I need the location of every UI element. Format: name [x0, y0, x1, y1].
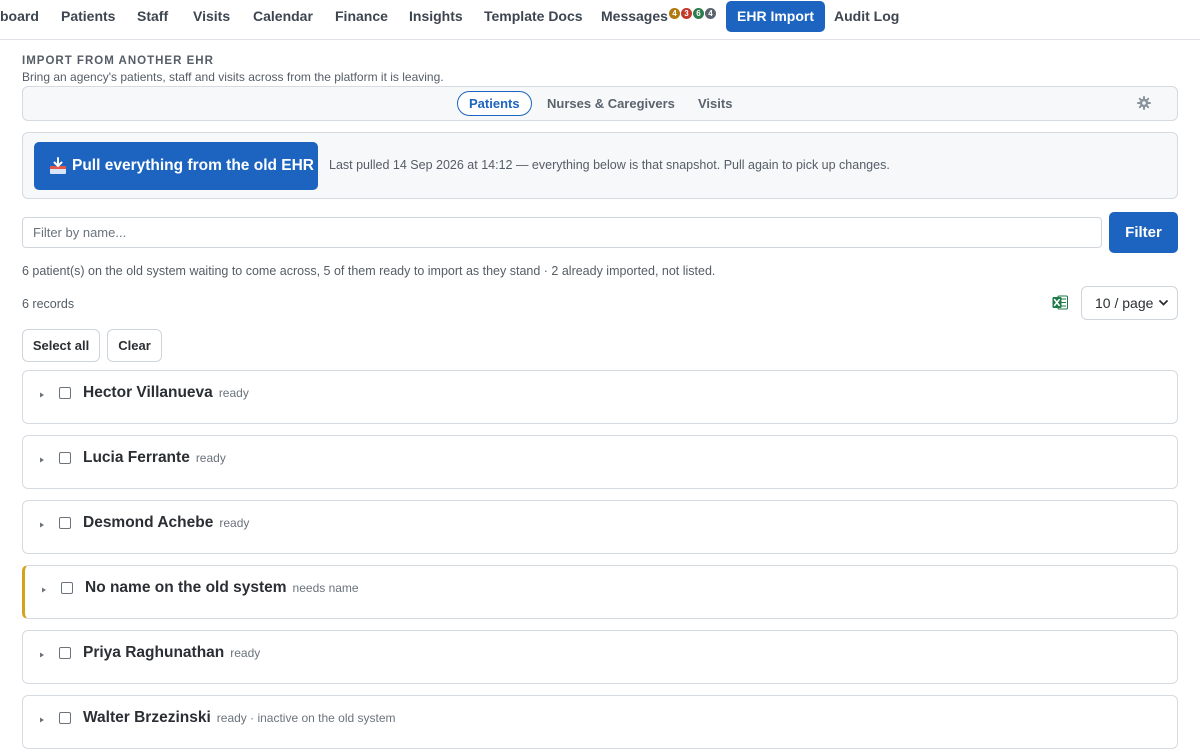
- chevron-down-icon: [1159, 300, 1168, 306]
- patient-status: ready: [219, 516, 250, 530]
- patient-status: ready: [230, 646, 261, 660]
- expand-triangle-icon[interactable]: [41, 587, 47, 593]
- patient-name-line: Lucia Ferrante ready: [83, 449, 226, 467]
- nav-item-visits[interactable]: Visits: [193, 0, 230, 33]
- page-size-select[interactable]: 10 / page: [1081, 286, 1178, 320]
- records-count: 6 records: [22, 297, 75, 311]
- list-item[interactable]: Desmond Achebe ready: [22, 500, 1178, 554]
- clear-button[interactable]: Clear: [107, 329, 162, 362]
- expand-triangle-icon[interactable]: [39, 392, 45, 398]
- expand-triangle-icon[interactable]: [39, 652, 45, 658]
- gear-icon[interactable]: [1137, 96, 1151, 110]
- expand-triangle-icon[interactable]: [39, 522, 45, 528]
- expand-triangle-icon[interactable]: [39, 457, 45, 463]
- page-size-value: 10 / page: [1095, 295, 1154, 311]
- nav-item-patients[interactable]: Patients: [61, 0, 115, 33]
- patient-name-line: No name on the old system needs name: [85, 579, 359, 597]
- message-badges: 4364: [668, 8, 717, 41]
- patient-status: ready: [195, 451, 226, 465]
- row-checkbox[interactable]: [61, 582, 73, 594]
- list-item[interactable]: No name on the old system needs name: [22, 565, 1178, 619]
- excel-icon[interactable]: [1052, 295, 1068, 310]
- list-item[interactable]: Lucia Ferrante ready: [22, 435, 1178, 489]
- patient-name: Priya Raghunathan: [83, 644, 225, 661]
- message-badge: 4: [668, 8, 680, 19]
- row-checkbox[interactable]: [59, 452, 71, 464]
- message-badge: 4: [704, 8, 716, 19]
- nav-item-ehr-import[interactable]: EHR Import: [726, 1, 825, 32]
- row-checkbox[interactable]: [59, 517, 71, 529]
- import-summary: 6 patient(s) on the old system waiting t…: [22, 264, 716, 278]
- pull-everything-label: Pull everything from the old EHR: [72, 157, 314, 174]
- nav-item-messages[interactable]: Messages 4 3 6 4: [601, 0, 717, 33]
- nav-item-template-docs[interactable]: Template Docs: [484, 0, 583, 33]
- patient-name: Walter Brzezinski: [83, 709, 211, 726]
- inbox-tray-icon: [50, 157, 66, 174]
- pull-everything-button[interactable]: Pull everything from the old EHR: [34, 142, 318, 190]
- patient-name-line: Walter Brzezinski ready · inactive on the…: [83, 709, 396, 727]
- patient-name-line: Hector Villanueva ready: [83, 384, 249, 402]
- patient-name: Lucia Ferrante: [83, 449, 190, 466]
- pull-panel: Pull everything from the old EHR Last pu…: [22, 132, 1178, 199]
- list-item[interactable]: Hector Villanueva ready: [22, 370, 1178, 424]
- patient-name: Desmond Achebe: [83, 514, 214, 531]
- patient-name: Hector Villanueva: [83, 384, 213, 401]
- patient-status: ready: [218, 386, 249, 400]
- page-subtitle: Bring an agency's patients, staff and vi…: [22, 70, 444, 84]
- last-pulled-status: Last pulled 14 Sep 2026 at 14:12 — every…: [329, 158, 890, 172]
- nav-item-staff[interactable]: Staff: [137, 0, 168, 33]
- top-navigation: board Patients Staff Visits Calendar Fin…: [0, 0, 1200, 40]
- entity-tabs: Patients Nurses & Caregivers Visits: [22, 86, 1178, 121]
- filter-by-name-input[interactable]: [22, 217, 1102, 248]
- row-checkbox[interactable]: [59, 647, 71, 659]
- nav-item-audit-log[interactable]: Audit Log: [834, 0, 899, 33]
- select-all-button[interactable]: Select all: [22, 329, 100, 362]
- tab-patients[interactable]: Patients: [457, 91, 532, 116]
- message-badge: 6: [692, 8, 704, 19]
- page-title: IMPORT FROM ANOTHER EHR: [22, 55, 214, 67]
- row-checkbox[interactable]: [59, 712, 71, 724]
- message-badge: 3: [680, 8, 692, 19]
- row-checkbox[interactable]: [59, 387, 71, 399]
- patient-name-line: Desmond Achebe ready: [83, 514, 249, 532]
- filter-button[interactable]: Filter: [1109, 212, 1178, 253]
- expand-triangle-icon[interactable]: [39, 717, 45, 723]
- patient-name: No name on the old system: [85, 579, 287, 596]
- tab-visits[interactable]: Visits: [698, 91, 732, 116]
- list-item[interactable]: Walter Brzezinski ready · inactive on the…: [22, 695, 1178, 749]
- patient-status: needs name: [292, 581, 359, 595]
- nav-item-dashboard[interactable]: board: [0, 0, 39, 33]
- patient-name-line: Priya Raghunathan ready: [83, 644, 260, 662]
- nav-item-insights[interactable]: Insights: [409, 0, 463, 33]
- tab-nurses-caregivers[interactable]: Nurses & Caregivers: [547, 91, 675, 116]
- nav-item-messages-label: Messages: [601, 8, 668, 24]
- list-item[interactable]: Priya Raghunathan ready: [22, 630, 1178, 684]
- patient-status: ready · inactive on the old system: [216, 711, 396, 725]
- nav-item-calendar[interactable]: Calendar: [253, 0, 313, 33]
- nav-item-finance[interactable]: Finance: [335, 0, 388, 33]
